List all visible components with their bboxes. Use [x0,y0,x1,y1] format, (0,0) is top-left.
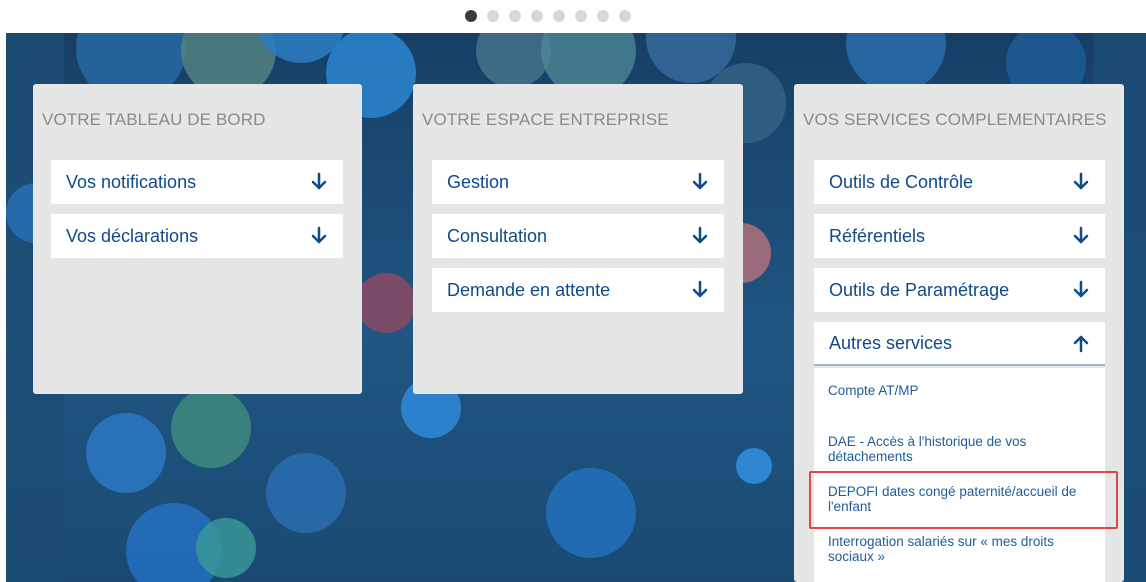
carousel-dot-3[interactable] [509,10,521,22]
menu-item-outils-de-parametrage[interactable]: Outils de Paramétrage [814,268,1105,312]
menu-item-label: Demande en attente [447,279,611,300]
arrow-down-icon [311,172,327,192]
menu-item-label: Outils de Contrôle [829,171,974,192]
decor-bubble [171,388,251,468]
sublink-compte-at-mp[interactable]: Compte AT/MP [828,383,1093,398]
decor-bubble [266,453,346,533]
page: VOTRE TABLEAU DE BORD Vos notifications … [0,0,1146,582]
sublink-dae-historique[interactable]: DAE - Accès à l'historique de vos détach… [828,434,1093,464]
menu-item-label: Vos notifications [66,171,197,192]
menu-item-label: Référentiels [829,225,926,246]
menu-item-label: Vos déclarations [66,225,199,246]
menu-item-label: Gestion [447,171,510,192]
carousel-dots [465,10,631,22]
menu-item-demande-en-attente[interactable]: Demande en attente [432,268,724,312]
arrow-up-icon [1073,333,1089,353]
carousel-dot-1[interactable] [465,10,477,22]
decor-bubble [546,468,636,558]
menu-item-outils-de-controle[interactable]: Outils de Contrôle [814,160,1105,204]
decor-bubble [736,448,772,484]
menu-item-autres-services[interactable]: Autres services [814,322,1105,366]
menu-item-declarations[interactable]: Vos déclarations [51,214,343,258]
carousel-dot-5[interactable] [553,10,565,22]
card-title: VOTRE ESPACE ENTREPRISE [422,110,669,129]
card-title: VOS SERVICES COMPLEMENTAIRES [803,110,1107,129]
arrow-down-icon [311,226,327,246]
carousel-dot-6[interactable] [575,10,587,22]
carousel-dot-7[interactable] [597,10,609,22]
menu-item-consultation[interactable]: Consultation [432,214,724,258]
sublink-interrogation-salaries[interactable]: Interrogation salariés sur « mes droits … [828,534,1093,564]
menu-item-label: Outils de Paramétrage [829,279,1010,300]
carousel-dot-2[interactable] [487,10,499,22]
highlight-box [809,471,1118,529]
decor-bubble [356,273,416,333]
card-title: VOTRE TABLEAU DE BORD [42,110,266,129]
arrow-down-icon [692,280,708,300]
menu-item-referentiels[interactable]: Référentiels [814,214,1105,258]
carousel-dot-4[interactable] [531,10,543,22]
menu-item-notifications[interactable]: Vos notifications [51,160,343,204]
arrow-down-icon [1073,172,1089,192]
arrow-down-icon [692,226,708,246]
arrow-down-icon [1073,226,1089,246]
card-espace-entreprise: VOTRE ESPACE ENTREPRISE Gestion Consulta… [413,84,743,394]
menu-item-label: Autres services [829,332,953,353]
menu-item-gestion[interactable]: Gestion [432,160,724,204]
arrow-down-icon [1073,280,1089,300]
menu-item-label: Consultation [447,225,548,246]
card-tableau-de-bord: VOTRE TABLEAU DE BORD Vos notifications … [33,84,362,394]
decor-bubble [196,518,256,578]
arrow-down-icon [692,172,708,192]
decor-bubble [86,413,166,493]
carousel-dot-8[interactable] [619,10,631,22]
